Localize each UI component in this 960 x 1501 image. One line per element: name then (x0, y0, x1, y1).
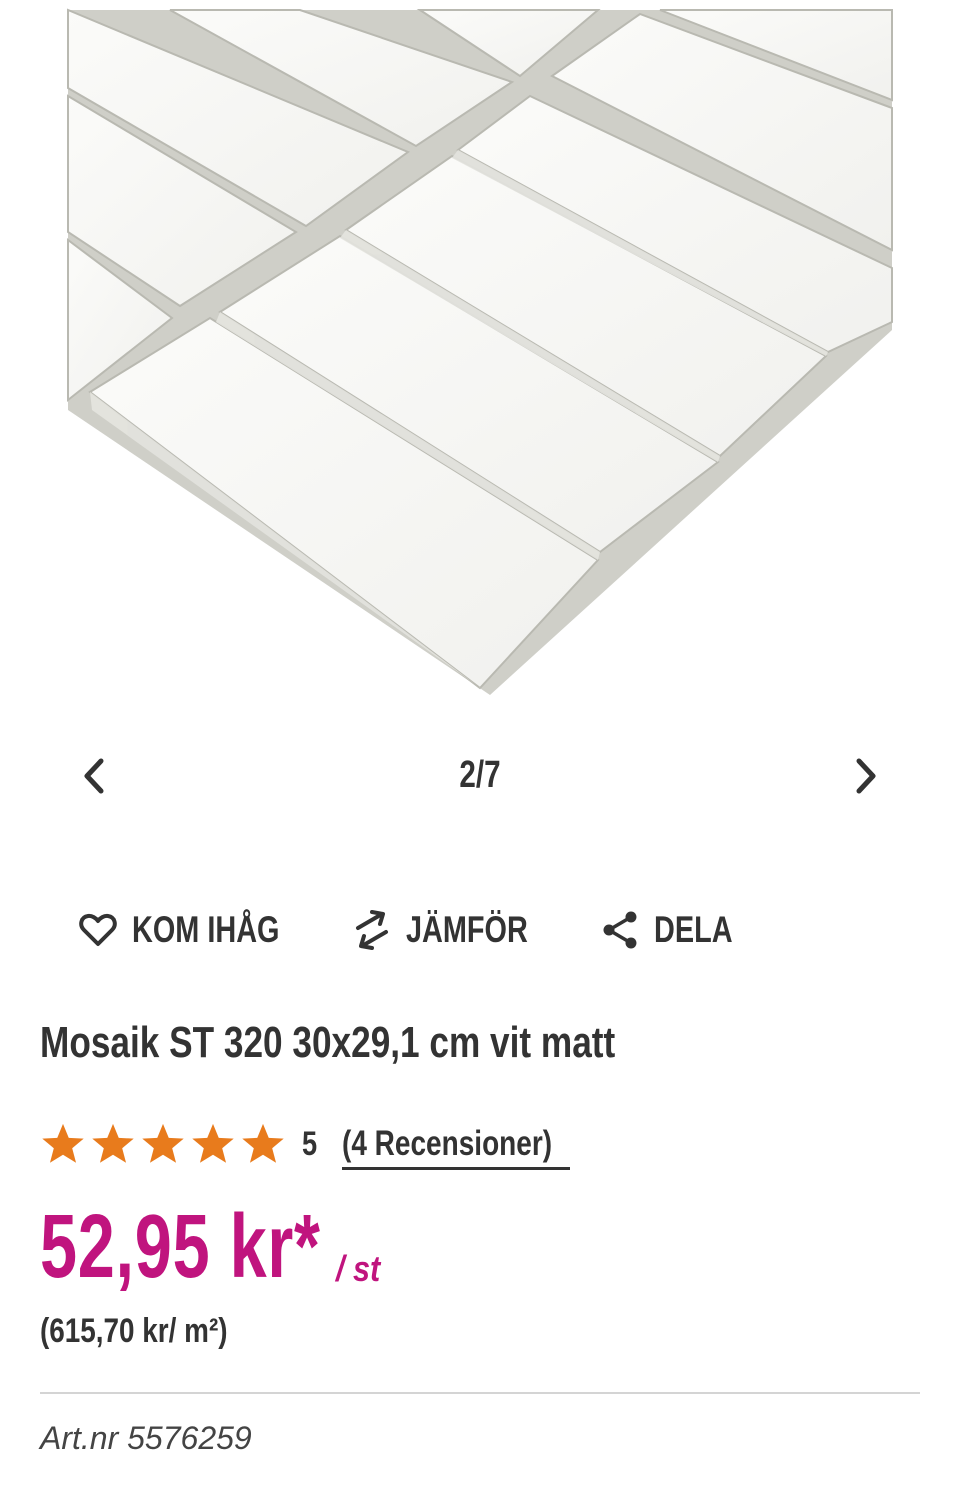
product-actions: KOM IHÅG JÄMFÖR DELA (0, 898, 960, 962)
share-button[interactable]: DELA (600, 904, 755, 956)
price-per-m2: (615,70 kr/ m²) (40, 1312, 228, 1350)
price-unit: / st (336, 1248, 381, 1289)
rating-stars (40, 1121, 286, 1167)
rating-score: 5 (302, 1124, 318, 1163)
reviews-link[interactable]: (4 Recensioner) (342, 1124, 552, 1164)
star-icon (42, 1123, 84, 1163)
product-image-gallery[interactable] (0, 0, 960, 720)
chevron-right-icon (856, 758, 876, 794)
next-image-button[interactable] (842, 752, 890, 800)
star-icon (242, 1123, 284, 1163)
compare-button[interactable]: JÄMFÖR (352, 904, 562, 956)
remember-label: KOM IHÅG (132, 909, 280, 950)
product-title: Mosaik ST 320 30x29,1 cm vit matt (40, 1018, 616, 1067)
price-amount: 52,95 kr* (40, 1197, 321, 1297)
star-icon (192, 1123, 234, 1163)
star-icon (142, 1123, 184, 1163)
product-rating: 5 (40, 1114, 321, 1174)
heart-icon (78, 910, 118, 950)
star-icon (92, 1123, 134, 1163)
reviews-link-underline (342, 1167, 570, 1170)
share-icon (600, 910, 640, 950)
image-counter: 2/7 (459, 754, 501, 796)
product-image (0, 0, 960, 720)
divider (40, 1392, 920, 1394)
compare-arrows-icon (352, 910, 392, 950)
compare-label: JÄMFÖR (406, 909, 528, 950)
remember-button[interactable]: KOM IHÅG (78, 904, 321, 956)
gallery-pager: 2/7 (0, 740, 960, 812)
article-number: Art.nr 5576259 (40, 1420, 252, 1456)
share-label: DELA (654, 909, 733, 950)
